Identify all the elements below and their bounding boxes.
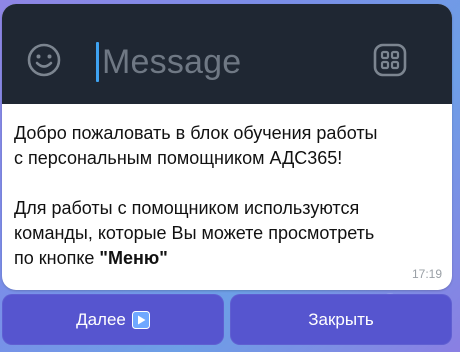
- close-button[interactable]: Закрыть: [230, 294, 452, 345]
- play-icon: [131, 310, 150, 329]
- menu-keyword: "Меню": [99, 248, 168, 268]
- message-line: Для работы с помощником используются: [14, 198, 360, 218]
- message-input[interactable]: Message: [102, 42, 241, 82]
- smile-icon[interactable]: [26, 42, 62, 78]
- message-composer: Message: [2, 4, 452, 104]
- message-text: Добро пожаловать в блок обучения работы …: [14, 121, 444, 271]
- message-timestamp: 17:19: [411, 267, 442, 281]
- message-line-prefix: по кнопке: [14, 248, 100, 268]
- message-line: с персональным помощником АДС365!: [14, 148, 343, 168]
- message-line: Добро пожаловать в блок обучения работы: [14, 123, 378, 143]
- close-button-label: Закрыть: [308, 309, 374, 329]
- message-line: команды, которые Вы можете просмотреть: [14, 223, 375, 243]
- next-button[interactable]: Далее: [2, 294, 224, 345]
- message-card: Message Добро пожаловать в блок обучения…: [2, 4, 452, 290]
- grid-icon[interactable]: [372, 42, 408, 78]
- message-line: по кнопке "Меню": [14, 246, 444, 271]
- text-caret: [96, 42, 99, 82]
- next-button-label: Далее: [76, 309, 126, 329]
